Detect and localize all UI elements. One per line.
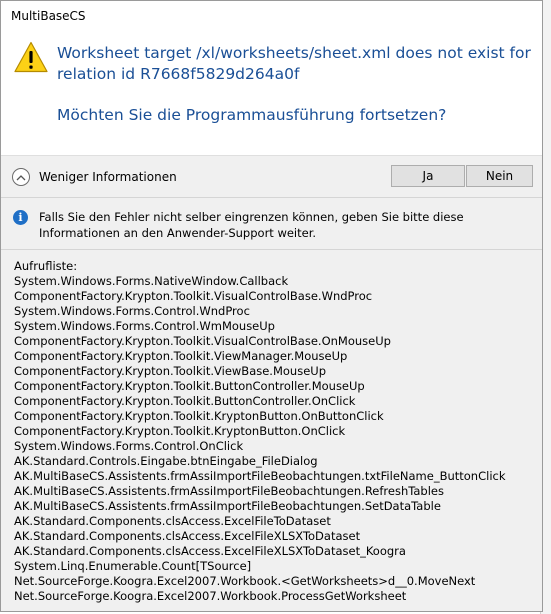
divider	[1, 249, 542, 250]
continue-question: Möchten Sie die Programmausführung forts…	[57, 106, 447, 124]
yes-button[interactable]: Ja	[391, 165, 465, 187]
title-bar: MultiBaseCS	[1, 1, 542, 31]
call-stack-line: System.Windows.Forms.Control.WndProc	[14, 304, 250, 318]
chevron-up-icon[interactable]	[12, 168, 30, 186]
details-toggle[interactable]: Weniger Informationen	[12, 168, 177, 186]
call-stack-line: ComponentFactory.Krypton.Toolkit.ViewMan…	[14, 349, 348, 363]
call-stack-line: Net.SourceForge.Koogra.Excel2007.Workboo…	[14, 589, 407, 603]
call-stack-line: ComponentFactory.Krypton.Toolkit.ButtonC…	[14, 394, 356, 408]
info-icon: i	[13, 210, 28, 225]
call-stack-line: System.Linq.Enumerable.Count[TSource]	[14, 559, 252, 573]
window-title: MultiBaseCS	[11, 9, 86, 23]
call-stack-line: ComponentFactory.Krypton.Toolkit.VisualC…	[14, 289, 373, 303]
call-stack-line: ComponentFactory.Krypton.Toolkit.ViewBas…	[14, 364, 326, 378]
call-stack-line: System.Windows.Forms.Control.WmMouseUp	[14, 319, 275, 333]
call-stack-line: AK.MultiBaseCS.Assistents.frmAssiImportF…	[14, 484, 444, 498]
call-stack-line: System.Windows.Forms.NativeWindow.Callba…	[14, 274, 289, 288]
call-stack-line: AK.Standard.Components.clsAccess.ExcelFi…	[14, 514, 331, 528]
call-stack-line: AK.MultiBaseCS.Assistents.frmAssiImportF…	[14, 499, 441, 513]
warning-icon	[14, 41, 48, 73]
call-stack-lines: System.Windows.Forms.NativeWindow.Callba…	[14, 274, 534, 604]
call-stack-line: ComponentFactory.Krypton.Toolkit.ButtonC…	[14, 379, 365, 393]
call-stack-line: AK.MultiBaseCS.Assistents.frmAssiImportF…	[14, 469, 506, 483]
call-stack-line: AK.Standard.Components.clsAccess.ExcelFi…	[14, 544, 406, 558]
call-stack-line: ComponentFactory.Krypton.Toolkit.Krypton…	[14, 409, 384, 423]
info-text: Falls Sie den Fehler nicht selber eingre…	[39, 210, 464, 240]
divider	[1, 197, 542, 198]
call-stack-line: System.Windows.Forms.Control.OnClick	[14, 439, 244, 453]
error-message: Worksheet target /xl/worksheets/sheet.xm…	[57, 44, 531, 83]
call-stack-line: AK.Standard.Controls.Eingabe.btnEingabe_…	[14, 454, 318, 468]
no-button[interactable]: Nein	[466, 165, 533, 187]
call-stack-line: AK.Standard.Components.clsAccess.ExcelFi…	[14, 529, 361, 543]
details-toggle-label[interactable]: Weniger Informationen	[39, 170, 177, 184]
call-stack-header: Aufrufliste:	[14, 259, 78, 273]
details-area: Weniger Informationen Ja Nein i Falls Si…	[1, 155, 542, 611]
info-note: i Falls Sie den Fehler nicht selber eing…	[13, 209, 533, 241]
call-stack: Aufrufliste: System.Windows.Forms.Native…	[14, 259, 534, 604]
call-stack-line: ComponentFactory.Krypton.Toolkit.Krypton…	[14, 424, 346, 438]
call-stack-line: ComponentFactory.Krypton.Toolkit.VisualC…	[14, 334, 391, 348]
message-area: Worksheet target /xl/worksheets/sheet.xm…	[1, 31, 542, 155]
call-stack-line: Net.SourceForge.Koogra.Excel2007.Workboo…	[14, 574, 476, 588]
error-dialog: MultiBaseCS Worksheet target /xl/workshe…	[0, 0, 543, 612]
